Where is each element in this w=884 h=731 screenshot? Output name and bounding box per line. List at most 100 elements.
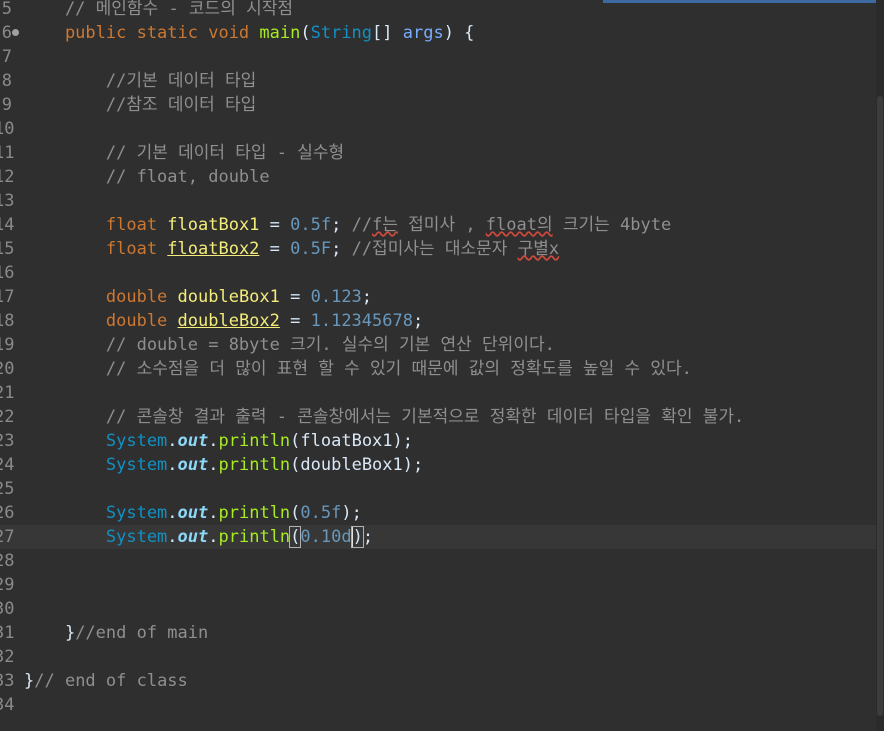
code-token: out — [177, 527, 209, 547]
code-token: // 소수점을 더 많이 표현 할 수 있기 때문에 값의 정확도를 높일 수 … — [24, 359, 692, 379]
scrollbar-thumb[interactable] — [877, 96, 883, 716]
code-line[interactable]: 6 public static void main(String[] args)… — [0, 21, 876, 45]
code-token: ) { — [443, 23, 475, 43]
code-line[interactable]: 19 // double = 8byte 크기. 실수의 기본 연산 단위이다. — [0, 333, 876, 357]
line-number: 21 — [0, 383, 15, 403]
code-line[interactable]: 16 — [0, 261, 876, 285]
line-number: 29 — [0, 575, 15, 595]
code-text: float floatBox2 = 0.5F; //접미사는 대소문자 구별x — [24, 237, 559, 261]
line-number: 24 — [0, 455, 15, 475]
code-token: public static void — [24, 23, 260, 43]
code-line[interactable]: 34 — [0, 693, 876, 717]
code-text: //기본 데이터 타입 — [24, 69, 256, 93]
line-number: 15 — [0, 239, 15, 259]
code-token: float — [24, 215, 168, 235]
code-token: (floatBox1); — [290, 431, 413, 451]
code-line[interactable]: 24 System.out.println(doubleBox1); — [0, 453, 876, 477]
code-line[interactable]: 33}// end of class — [0, 669, 876, 693]
code-line[interactable]: 31 }//end of main — [0, 621, 876, 645]
code-line[interactable]: 7 — [0, 45, 876, 69]
code-token: . — [167, 431, 178, 451]
code-line[interactable]: 8 //기본 데이터 타입 — [0, 69, 876, 93]
code-line[interactable]: 15 float floatBox2 = 0.5F; //접미사는 대소문자 구… — [0, 237, 876, 261]
code-token: println — [218, 503, 291, 523]
line-number: 5 — [1, 0, 12, 19]
code-token: System — [24, 431, 168, 451]
code-token: double — [24, 287, 178, 307]
code-token: out — [177, 455, 209, 475]
code-token: [] — [372, 23, 403, 43]
code-token: 접미사 , — [397, 215, 486, 235]
code-line[interactable]: 29 — [0, 573, 876, 597]
code-text: // float, double — [24, 165, 270, 189]
code-token: // — [351, 215, 373, 235]
code-token: double — [24, 311, 178, 331]
code-token: 0.5F — [290, 239, 332, 259]
code-token: ; — [331, 239, 352, 259]
code-text: System.out.println(0.10d); — [24, 525, 373, 549]
code-token: System — [24, 527, 168, 547]
code-line[interactable]: 27 System.out.println(0.10d); — [0, 525, 876, 549]
code-token: = — [279, 287, 311, 307]
code-text: public static void main(String[] args) { — [24, 21, 474, 45]
code-token: doubleBox1 — [177, 287, 280, 307]
code-text: // 메인함수 - 코드의 시작점 — [24, 0, 293, 21]
line-number: 9 — [1, 95, 12, 115]
code-line[interactable]: 10 — [0, 117, 876, 141]
code-token: ) — [350, 526, 364, 548]
fold-toggle-icon[interactable] — [12, 29, 19, 36]
code-token: // end of class — [34, 671, 188, 691]
code-text: // 기본 데이터 타입 - 실수형 — [24, 141, 344, 165]
code-token: System — [24, 455, 168, 475]
line-number: 25 — [0, 479, 15, 499]
code-token: ( — [300, 23, 311, 43]
code-line[interactable]: 5 // 메인함수 - 코드의 시작점 — [0, 0, 876, 21]
code-line[interactable]: 9 //참조 데이터 타입 — [0, 93, 876, 117]
code-line[interactable]: 23 System.out.println(floatBox1); — [0, 429, 876, 453]
code-line[interactable]: 28 — [0, 549, 876, 573]
line-number: 10 — [0, 119, 15, 139]
code-line[interactable]: 21 — [0, 381, 876, 405]
code-text: // double = 8byte 크기. 실수의 기본 연산 단위이다. — [24, 333, 555, 357]
line-number: 13 — [0, 191, 15, 211]
code-token: println — [218, 455, 291, 475]
line-number: 8 — [1, 71, 12, 91]
code-token: . — [208, 527, 219, 547]
code-token: String — [310, 23, 373, 43]
code-line[interactable]: 30 — [0, 597, 876, 621]
code-token: . — [167, 503, 178, 523]
code-line[interactable]: 32 — [0, 645, 876, 669]
code-token: ; — [361, 287, 373, 307]
line-number: 19 — [0, 335, 15, 355]
code-token: out — [177, 503, 209, 523]
code-line[interactable]: 20 // 소수점을 더 많이 표현 할 수 있기 때문에 값의 정확도를 높일… — [0, 357, 876, 381]
code-line[interactable]: 14 float floatBox1 = 0.5f; //f는 접미사 , fl… — [0, 213, 876, 237]
code-line[interactable]: 26 System.out.println(0.5f); — [0, 501, 876, 525]
code-line[interactable]: 12 // float, double — [0, 165, 876, 189]
code-token: f는 — [372, 215, 398, 235]
code-token: 크기는 4byte — [552, 215, 672, 235]
code-token: . — [208, 503, 219, 523]
active-tab-indicator — [603, 0, 884, 3]
line-number: 33 — [0, 671, 15, 691]
code-line[interactable]: 13 — [0, 189, 876, 213]
code-token: . — [208, 455, 219, 475]
line-number: 12 — [0, 167, 15, 187]
code-token: main — [259, 23, 301, 43]
code-editor[interactable]: 5 // 메인함수 - 코드의 시작점 6 public static void … — [0, 0, 876, 731]
code-text: double doubleBox2 = 1.12345678; — [24, 309, 423, 333]
code-line[interactable]: 22 // 콘솔창 결과 출력 - 콘솔창에서는 기본적으로 정확한 데이터 타… — [0, 405, 876, 429]
code-token: println — [218, 527, 291, 547]
vertical-scrollbar[interactable] — [876, 0, 884, 731]
code-text: double doubleBox1 = 0.123; — [24, 285, 372, 309]
code-line[interactable]: 18 double doubleBox2 = 1.12345678; — [0, 309, 876, 333]
code-line[interactable]: 17 double doubleBox1 = 0.123; — [0, 285, 876, 309]
code-text: }//end of main — [24, 621, 208, 645]
code-text: System.out.println(doubleBox1); — [24, 453, 423, 477]
code-token: float — [24, 239, 168, 259]
code-token: out — [177, 431, 209, 451]
code-line[interactable]: 25 — [0, 477, 876, 501]
code-line[interactable]: 11 // 기본 데이터 타입 - 실수형 — [0, 141, 876, 165]
code-token: } — [24, 623, 76, 643]
code-token: } — [24, 671, 35, 691]
